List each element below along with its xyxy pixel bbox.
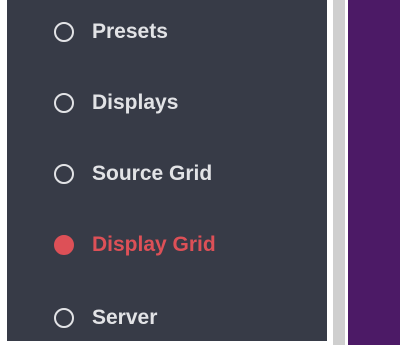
sidebar-item-presets[interactable]: Presets: [7, 8, 327, 56]
sidebar-item-source-grid[interactable]: Source Grid: [7, 150, 327, 198]
sidebar-item-label: Displays: [92, 91, 179, 114]
sidebar-item-displays[interactable]: Displays: [7, 79, 327, 127]
radio-unselected-icon: [54, 308, 74, 328]
sidebar-item-label: Source Grid: [92, 162, 213, 185]
sidebar-item-display-grid[interactable]: Display Grid: [7, 221, 327, 269]
radio-unselected-icon: [54, 22, 74, 42]
content-panel: [348, 0, 400, 345]
sidebar-item-server[interactable]: Server: [7, 294, 327, 342]
sidebar-item-label: Server: [92, 306, 158, 329]
panel-divider[interactable]: [333, 0, 345, 345]
radio-unselected-icon: [54, 93, 74, 113]
sidebar-item-label: Display Grid: [92, 233, 216, 256]
sidebar-nav: Presets Displays Source Grid Display Gri…: [7, 0, 327, 341]
radio-unselected-icon: [54, 164, 74, 184]
radio-selected-icon: [54, 235, 74, 255]
sidebar-item-label: Presets: [92, 20, 168, 43]
app-window: Presets Displays Source Grid Display Gri…: [0, 0, 400, 345]
